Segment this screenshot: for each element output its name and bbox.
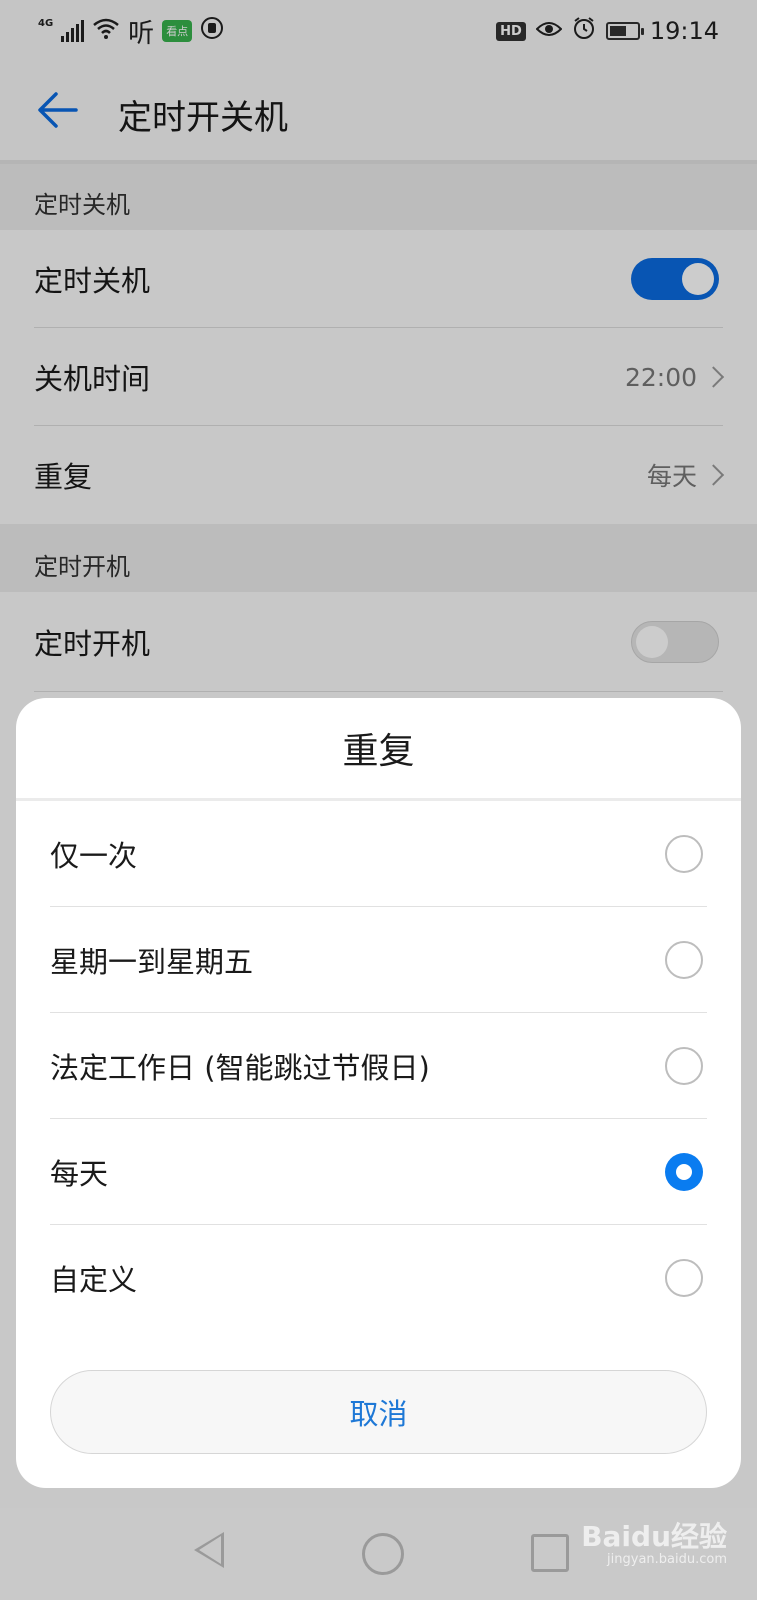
watermark-url: jingyan.baidu.com	[607, 1551, 727, 1567]
navigation-bar: Baidu经验 jingyan.baidu.com	[0, 1508, 757, 1600]
radio-button[interactable]	[665, 1259, 703, 1297]
option-label: 星期一到星期五	[50, 945, 254, 979]
radio-button-selected[interactable]	[665, 1153, 703, 1191]
option-label: 自定义	[50, 1263, 138, 1297]
option-everyday[interactable]: 每天	[50, 1119, 707, 1225]
repeat-dialog: 重复 仅一次 星期一到星期五 法定工作日 (智能跳过节假日) 每天 自定义 取消	[16, 698, 741, 1488]
radio-button[interactable]	[665, 835, 703, 873]
option-custom[interactable]: 自定义	[50, 1225, 707, 1331]
watermark: Baidu经验 jingyan.baidu.com	[581, 1520, 727, 1567]
nav-back-icon-inner	[199, 1536, 221, 1564]
option-workdays[interactable]: 法定工作日 (智能跳过节假日)	[50, 1013, 707, 1119]
cancel-button[interactable]: 取消	[50, 1370, 707, 1454]
radio-button[interactable]	[665, 941, 703, 979]
nav-home-icon[interactable]	[362, 1533, 404, 1575]
watermark-brand: Baidu经验	[581, 1520, 727, 1553]
option-label: 仅一次	[50, 839, 138, 873]
radio-button[interactable]	[665, 1047, 703, 1085]
option-label: 法定工作日 (智能跳过节假日)	[50, 1051, 430, 1085]
dialog-title: 重复	[342, 731, 415, 772]
option-label: 每天	[50, 1157, 109, 1191]
nav-recents-icon[interactable]	[531, 1534, 569, 1572]
option-once[interactable]: 仅一次	[50, 801, 707, 907]
option-weekdays[interactable]: 星期一到星期五	[50, 907, 707, 1013]
